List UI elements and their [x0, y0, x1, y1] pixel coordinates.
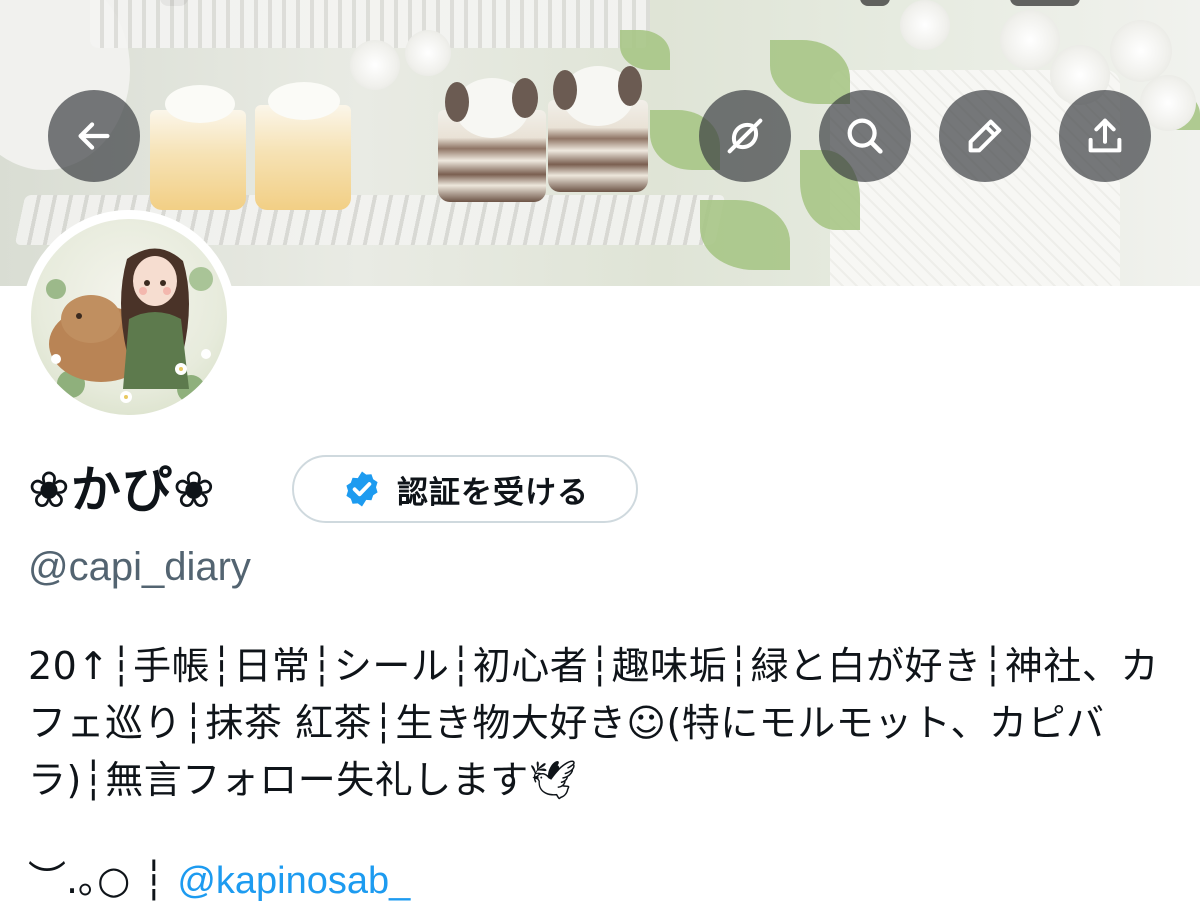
profile-bio: 20↑┆手帳┆日常┆シール┆初心者┆趣味垢┆緑と白が好き┆神社、カフェ巡り┆抹茶… — [28, 644, 1159, 802]
bio-separator: ┆ — [142, 858, 166, 902]
arrow-left-icon — [78, 122, 110, 150]
avatar-image — [31, 219, 227, 415]
edit-button[interactable] — [939, 90, 1031, 182]
search-button[interactable] — [819, 90, 911, 182]
bio-ornament: ︶.｡○ — [28, 858, 131, 902]
username-handle: @capi_diary — [28, 545, 251, 589]
avatar[interactable] — [22, 210, 236, 424]
bio-mention-link[interactable]: @kapinosab_ — [177, 860, 410, 902]
share-button[interactable] — [1059, 90, 1151, 182]
back-button[interactable] — [48, 90, 140, 182]
share-upload-icon — [1088, 118, 1122, 153]
edit-pencil-icon — [968, 119, 1002, 153]
get-verified-button[interactable]: 認証を受ける — [292, 455, 638, 523]
display-name: ❀かぴ❀ — [28, 461, 216, 519]
get-verified-label: 認証を受ける — [397, 474, 589, 511]
verified-badge-icon — [346, 471, 378, 507]
grok-icon — [727, 118, 763, 154]
bio-extra-line: ︶.｡○ ┆ @kapinosab_ — [28, 852, 410, 910]
grok-button[interactable] — [699, 90, 791, 182]
search-icon — [847, 118, 883, 154]
